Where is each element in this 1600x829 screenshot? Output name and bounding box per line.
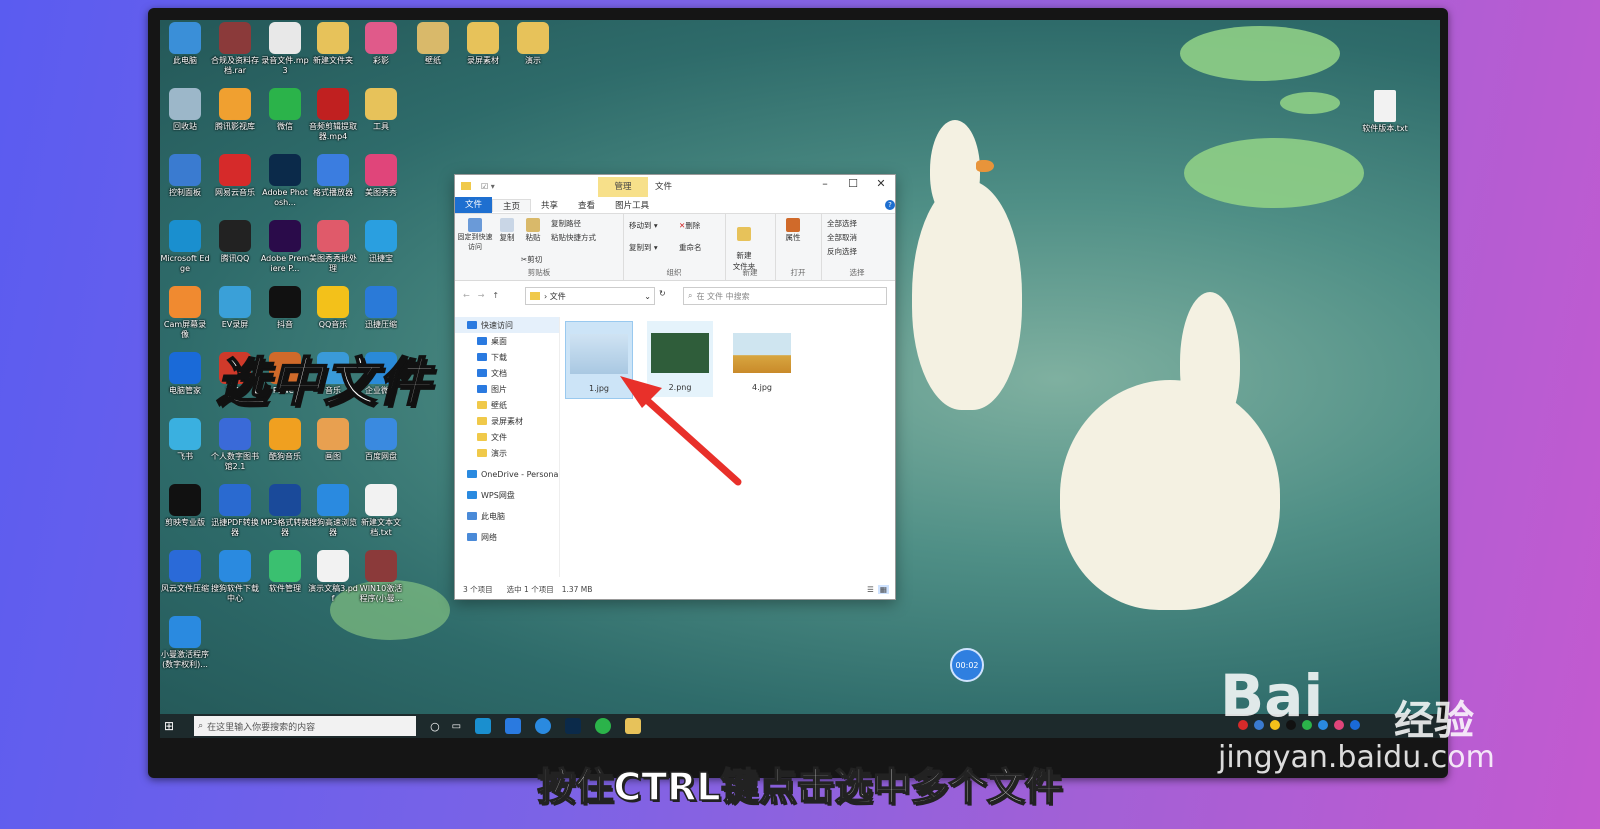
overlay-caption: 选中文件 bbox=[215, 352, 433, 414]
baidu-watermark-text: 经验 bbox=[1394, 698, 1474, 744]
baidu-watermark-logo: Bai bbox=[1220, 662, 1324, 730]
recording-timer: 00:02 bbox=[950, 648, 984, 682]
subtitle-caption: 按住CTRL键点击选中多个文件 bbox=[537, 764, 1064, 810]
